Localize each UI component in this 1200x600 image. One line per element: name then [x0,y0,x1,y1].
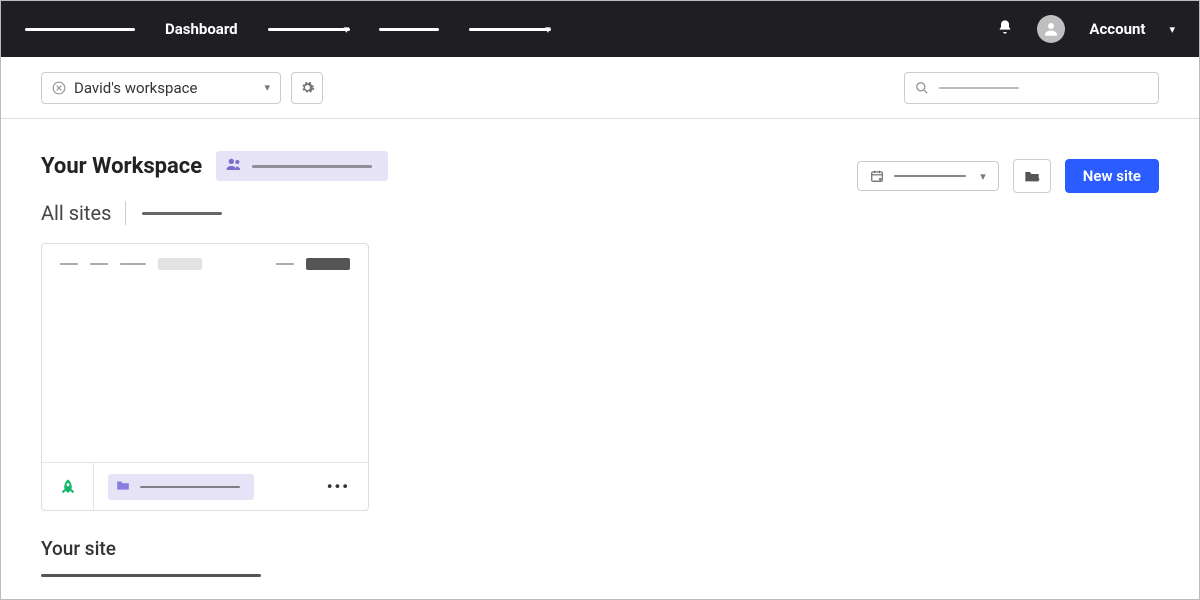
site-card-preview [42,244,368,462]
workspace-settings-button[interactable] [291,72,323,104]
bell-icon[interactable] [997,19,1013,39]
workspace-title: Your Workspace [41,154,202,179]
nav-item-5[interactable]: ▾ [469,23,551,36]
new-site-button[interactable]: New site [1065,159,1159,193]
workspace-title-group: Your Workspace [41,151,388,181]
people-icon [226,157,242,175]
nav-item-3[interactable]: ▾ [268,23,350,36]
date-range-label [894,175,966,177]
folder-icon [116,479,130,495]
workspace-selector[interactable]: David's workspace ▾ [41,72,281,104]
rocket-icon [59,478,77,496]
chevron-down-icon: ▾ [344,23,350,36]
more-icon: ••• [327,477,350,496]
chevron-down-icon: ▾ [264,81,270,94]
all-sites-header: All sites [41,201,1159,225]
action-row: ▾ New site [857,159,1159,193]
site-folder-label [140,486,240,488]
nav-dashboard[interactable]: Dashboard [165,20,238,38]
workspace-name: David's workspace [74,79,197,97]
avatar[interactable] [1037,15,1065,43]
all-sites-label: All sites [41,201,126,225]
chevron-down-icon: ▾ [980,170,986,183]
calendar-icon [870,169,884,183]
preview-tab-2 [90,263,108,265]
site-card[interactable]: ••• [41,243,369,511]
site-status-icon-cell[interactable] [42,463,94,510]
your-site-underline [41,574,261,577]
chevron-down-icon[interactable]: ▾ [1169,23,1175,36]
nav-item-1[interactable] [25,28,135,31]
workspace-badge-label [252,165,372,168]
main-content: Your Workspace ▾ [1,119,1199,597]
add-folder-button[interactable] [1013,159,1051,193]
secondary-bar: David's workspace ▾ [1,57,1199,119]
nav-account[interactable]: Account [1089,20,1145,38]
preview-tab-1 [60,263,78,265]
site-folder-badge[interactable] [108,474,254,500]
nav-left: Dashboard ▾ ▾ [25,20,551,38]
workspace-badge[interactable] [216,151,388,181]
new-site-label: New site [1083,167,1141,185]
workspace-header-row: Your Workspace ▾ [41,139,1159,193]
site-card-footer: ••• [42,462,368,510]
nav-right: Account ▾ [997,15,1175,43]
gear-icon [300,80,315,95]
preview-tab-3 [120,263,146,265]
your-site-title: Your site [41,537,1159,560]
preview-tab-5 [276,263,294,265]
cancel-circle-icon [52,81,66,95]
all-sites-sub [142,212,222,215]
search-placeholder [939,87,1019,89]
preview-tabs [60,258,350,270]
date-range-selector[interactable]: ▾ [857,161,999,191]
chevron-down-icon: ▾ [545,23,551,36]
folder-plus-icon [1024,169,1040,183]
search-icon [915,81,929,95]
nav-item-4[interactable] [379,28,439,31]
top-nav: Dashboard ▾ ▾ Account ▾ [1,1,1199,57]
site-card-more-button[interactable]: ••• [309,477,368,496]
preview-tab-6 [306,258,350,270]
preview-tab-4 [158,258,202,270]
search-input[interactable] [904,72,1159,104]
